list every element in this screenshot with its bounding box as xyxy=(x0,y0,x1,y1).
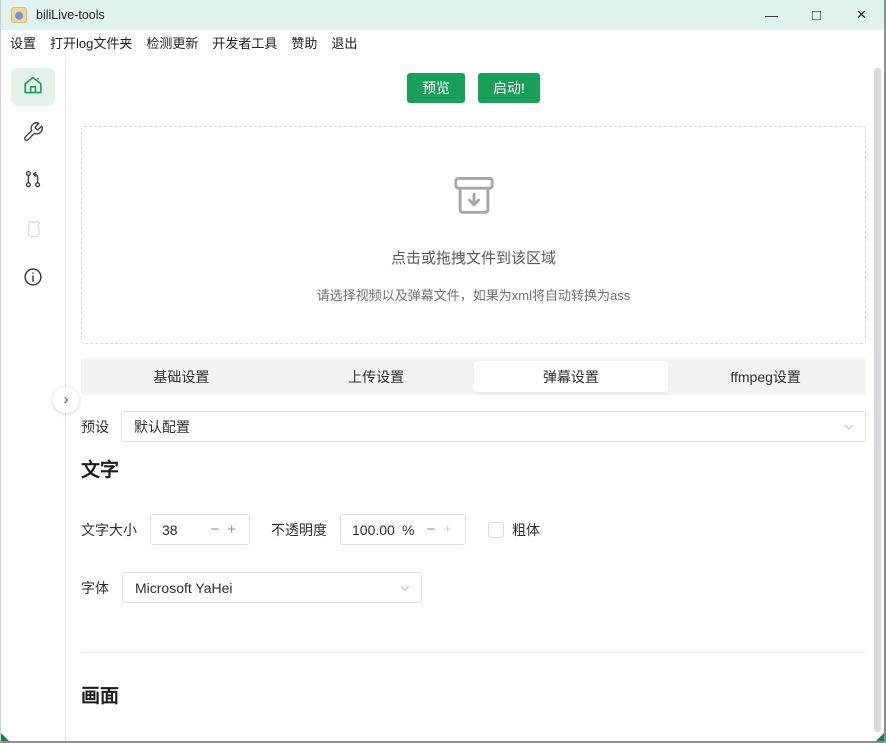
font-family-label: 字体 xyxy=(81,578,109,598)
sidebar-expand-button[interactable]: › xyxy=(53,387,79,413)
window-controls: — □ ✕ xyxy=(749,0,884,30)
canvas-section-heading: 画面 xyxy=(81,684,866,710)
tab-upload-settings[interactable]: 上传设置 xyxy=(279,361,474,392)
drop-area-subtitle: 请选择视频以及弹幕文件，如果为xml将自动转换为ass xyxy=(317,285,630,304)
settings-tabs: 基础设置 上传设置 弹幕设置 ffmpeg设置 xyxy=(81,358,866,395)
clip-icon xyxy=(21,217,45,248)
menu-item-settings[interactable]: 设置 xyxy=(3,30,43,58)
text-controls-row: 文字大小 38 − + 不透明度 100.00 % − + 粗体 xyxy=(81,514,866,545)
font-family-value: Microsoft YaHei xyxy=(135,580,233,596)
plus-icon[interactable]: + xyxy=(439,521,456,538)
menu-item-check-update[interactable]: 检测更新 xyxy=(139,30,205,58)
app-window: biliLive-tools — □ ✕ 设置 打开log文件夹 检测更新 开发… xyxy=(0,0,886,743)
app-icon xyxy=(11,7,27,23)
title-bar: biliLive-tools — □ ✕ xyxy=(1,0,884,30)
resize-grip-right[interactable] xyxy=(876,733,884,741)
maximize-icon[interactable]: □ xyxy=(794,0,839,30)
archive-download-icon xyxy=(445,167,503,230)
preview-button[interactable]: 预览 xyxy=(407,73,465,103)
plus-icon[interactable]: + xyxy=(223,521,240,538)
chevron-down-icon xyxy=(398,581,412,598)
minus-icon[interactable]: − xyxy=(422,521,439,538)
sidebar-item-sync[interactable] xyxy=(11,162,55,200)
font-size-stepper[interactable]: 38 − + xyxy=(150,514,250,545)
resize-grip-left[interactable] xyxy=(1,733,9,741)
home-icon xyxy=(21,73,45,102)
menu-item-sponsor[interactable]: 赞助 xyxy=(284,30,324,58)
sidebar-item-clip[interactable] xyxy=(11,213,55,251)
git-compare-icon xyxy=(22,168,44,195)
sidebar-item-tools[interactable] xyxy=(11,115,55,153)
font-family-row: 字体 Microsoft YaHei xyxy=(81,572,866,603)
bold-checkbox[interactable] xyxy=(488,522,504,538)
bold-label: 粗体 xyxy=(512,520,540,540)
start-button[interactable]: 启动! xyxy=(478,73,540,103)
chevron-right-icon: › xyxy=(64,391,69,408)
minimize-icon[interactable]: — xyxy=(749,0,794,30)
tab-ffmpeg-settings[interactable]: ffmpeg设置 xyxy=(668,361,863,392)
minus-icon[interactable]: − xyxy=(206,521,223,538)
tab-basic-settings[interactable]: 基础设置 xyxy=(84,361,279,392)
font-size-label: 文字大小 xyxy=(81,520,137,540)
wrench-icon xyxy=(22,121,44,148)
menu-item-open-log-folder[interactable]: 打开log文件夹 xyxy=(43,30,139,58)
window-title: biliLive-tools xyxy=(36,8,105,22)
menu-item-exit[interactable]: 退出 xyxy=(324,30,364,58)
opacity-value: 100.00 xyxy=(352,522,402,538)
drop-area-title: 点击或拖拽文件到该区域 xyxy=(391,247,556,268)
sidebar-item-about[interactable] xyxy=(11,260,55,298)
action-button-row: 预览 启动! xyxy=(81,73,866,103)
menu-bar: 设置 打开log文件夹 检测更新 开发者工具 赞助 退出 xyxy=(1,30,884,58)
sidebar-item-home[interactable] xyxy=(11,68,55,106)
vertical-scrollbar[interactable] xyxy=(874,68,881,732)
font-family-select[interactable]: Microsoft YaHei xyxy=(122,572,422,603)
opacity-unit: % xyxy=(402,522,414,538)
opacity-stepper[interactable]: 100.00 % − + xyxy=(340,514,466,545)
main-content: 预览 启动! 点击或拖拽文件到该区域 请选择视频以及弹幕文件，如果为xml将自动… xyxy=(66,58,884,743)
close-icon[interactable]: ✕ xyxy=(839,0,884,30)
text-section-heading: 文字 xyxy=(81,458,866,484)
preset-select[interactable]: 默认配置 xyxy=(121,411,866,442)
preset-label: 预设 xyxy=(81,417,109,437)
preset-row: 预设 默认配置 xyxy=(81,411,866,442)
section-divider xyxy=(81,652,866,653)
file-drop-area[interactable]: 点击或拖拽文件到该区域 请选择视频以及弹幕文件，如果为xml将自动转换为ass xyxy=(81,126,866,344)
menu-item-devtools[interactable]: 开发者工具 xyxy=(205,30,284,58)
info-icon xyxy=(22,266,44,293)
preset-select-value: 默认配置 xyxy=(134,417,190,437)
chevron-down-icon xyxy=(842,420,856,437)
opacity-label: 不透明度 xyxy=(271,520,327,540)
tab-danmu-settings[interactable]: 弹幕设置 xyxy=(474,361,669,392)
font-size-value: 38 xyxy=(162,522,206,538)
